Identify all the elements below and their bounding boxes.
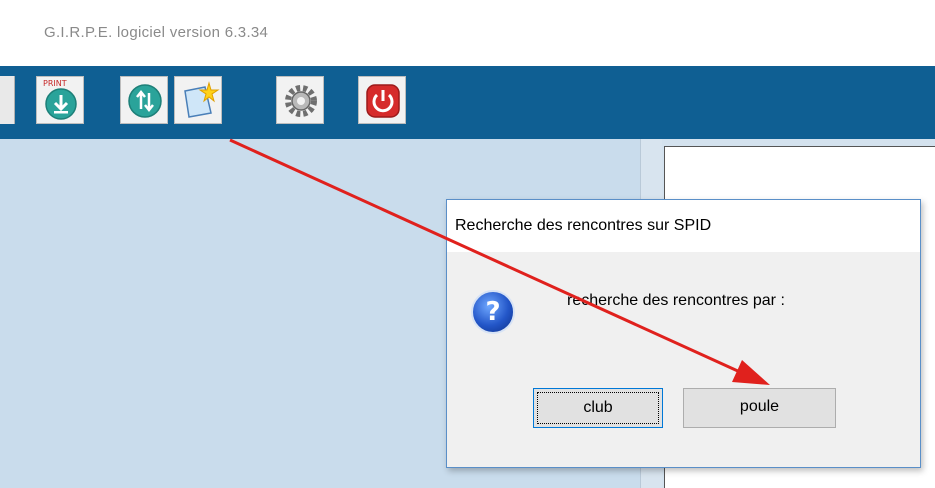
annotation-arrow bbox=[229, 138, 770, 385]
